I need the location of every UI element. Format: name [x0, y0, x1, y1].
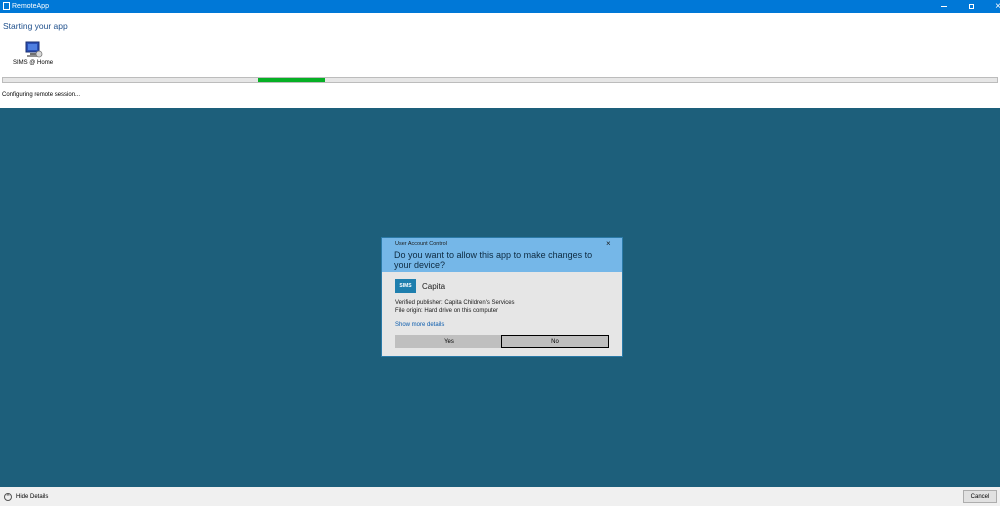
cancel-button[interactable]: Cancel — [963, 490, 997, 503]
hide-details-toggle[interactable]: ^ Hide Details — [4, 492, 48, 502]
uac-question: Do you want to allow this app to make ch… — [394, 250, 593, 270]
close-icon: × — [995, 0, 1000, 12]
status-text: Configuring remote session... — [2, 92, 81, 98]
uac-dialog: User Account Control × Do you want to al… — [382, 238, 622, 356]
title-bar: RemoteApp × — [0, 0, 1000, 13]
footer-bar: ^ Hide Details Cancel — [0, 487, 1000, 506]
window-title: RemoteApp — [12, 3, 49, 10]
show-more-details-link[interactable]: Show more details — [395, 322, 444, 328]
verified-publisher: Verified publisher: Capita Children's Se… — [395, 300, 515, 306]
yes-button[interactable]: Yes — [395, 335, 503, 348]
publisher-logo: SIMS — [395, 279, 416, 293]
publisher-name: Capita — [422, 282, 446, 291]
uac-header: User Account Control × Do you want to al… — [382, 238, 622, 272]
page-title: Starting your app — [3, 21, 68, 31]
chevron-up-icon: ^ — [4, 493, 12, 501]
file-origin: File origin: Hard drive on this computer — [395, 308, 499, 314]
remote-computer-icon — [25, 41, 43, 58]
close-button[interactable]: × — [986, 0, 1000, 13]
hide-details-label: Hide Details — [16, 494, 49, 500]
progress-bar — [2, 77, 998, 83]
remoteapp-icon — [3, 2, 10, 10]
no-button[interactable]: No — [501, 335, 609, 348]
app-name: SIMS @ Home — [12, 60, 54, 66]
app-tile: SIMS @ Home — [10, 40, 56, 70]
maximize-button[interactable] — [959, 0, 983, 13]
uac-caption: User Account Control — [395, 241, 447, 247]
minimize-icon — [941, 6, 947, 7]
minimize-button[interactable] — [932, 0, 956, 13]
progress-fill — [258, 78, 325, 82]
close-icon[interactable]: × — [606, 239, 611, 248]
maximize-icon — [968, 4, 974, 9]
